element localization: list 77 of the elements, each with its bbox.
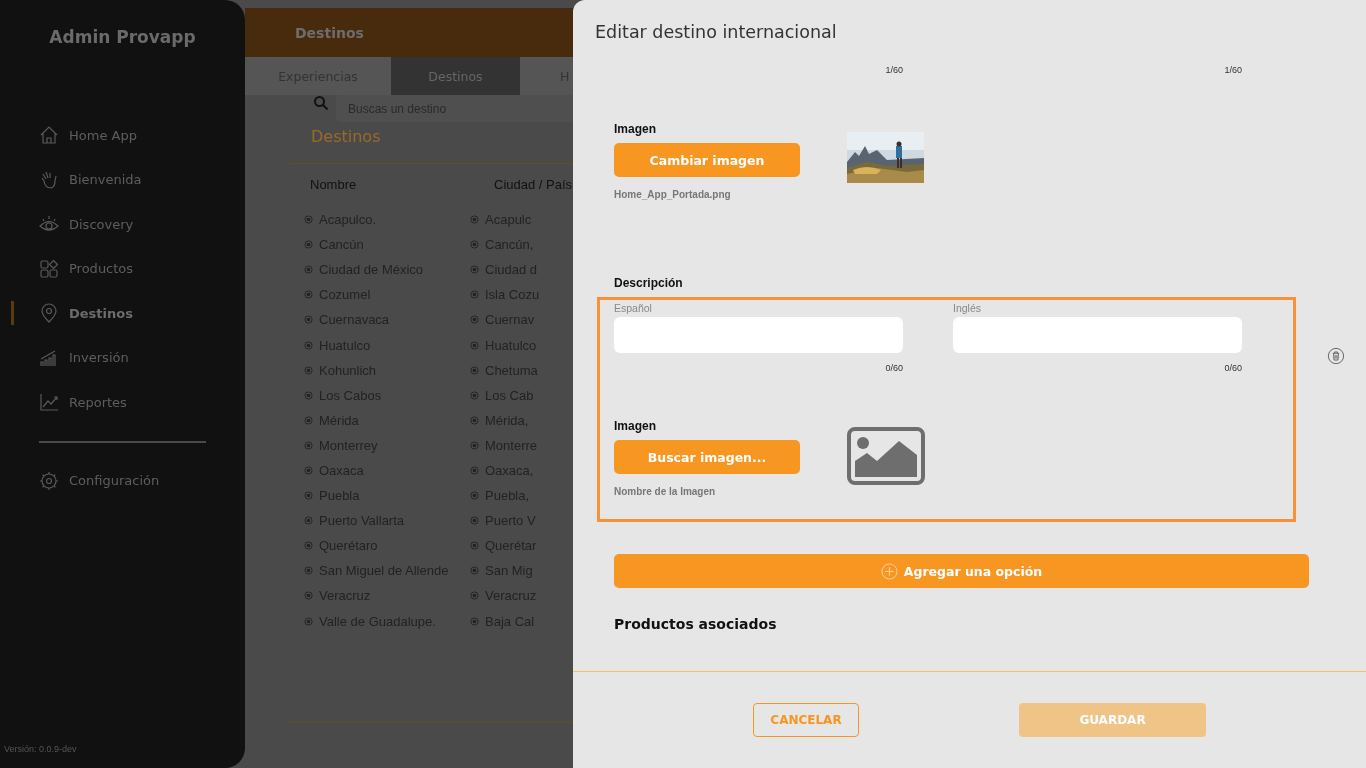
browse-image-button[interactable]: Buscar imagen...	[614, 440, 800, 474]
radio-icon	[470, 315, 479, 325]
cancel-button[interactable]: CANCELAR	[753, 703, 859, 737]
radio-icon	[304, 240, 313, 250]
sidebar-item[interactable]: Destinos	[0, 291, 133, 336]
field-label: Imagen	[614, 122, 656, 136]
line-chart-icon	[39, 392, 59, 413]
radio-icon	[304, 215, 313, 225]
radio-icon	[470, 541, 479, 551]
radio-icon	[470, 290, 479, 300]
add-option-button[interactable]: Agregar una opción	[614, 554, 1309, 588]
column-header: Ciudad / País	[494, 177, 573, 193]
drawer-title: Editar destino internacional	[595, 22, 837, 44]
version-text: Versión: 0.0.9-dev	[4, 744, 77, 754]
sidebar-item[interactable]: Reportes	[0, 380, 127, 425]
radio-icon	[304, 415, 313, 425]
radio-icon	[304, 315, 313, 325]
sidebar-item[interactable]: Discovery	[0, 202, 134, 247]
radio-icon	[304, 365, 313, 375]
app-title: Admin Provapp	[49, 27, 196, 47]
sidebar-item[interactable]: Configuración	[0, 458, 160, 503]
radio-icon	[304, 566, 313, 576]
search-icon	[313, 95, 329, 111]
radio-icon	[304, 290, 313, 300]
character-counter: 1/60	[884, 64, 903, 76]
location-pin-icon	[39, 303, 59, 324]
hand-icon	[39, 169, 59, 190]
column-header: Nombre	[309, 177, 358, 193]
gear-icon	[39, 470, 59, 491]
sidebar-item[interactable]: Productos	[0, 246, 134, 291]
radio-icon	[470, 591, 479, 601]
house-icon	[39, 125, 59, 146]
radio-icon	[470, 466, 479, 475]
trash-icon[interactable]	[1327, 347, 1345, 365]
radio-icon	[470, 265, 479, 275]
radio-icon	[470, 415, 479, 425]
radio-icon	[304, 466, 313, 475]
file-name: Home_App_Portada.png	[614, 189, 731, 200]
image-placeholder-icon	[847, 427, 925, 485]
character-counter: 0/60	[885, 363, 903, 373]
input-field[interactable]	[614, 317, 903, 353]
section-title: Productos asociados	[614, 616, 777, 632]
radio-icon	[304, 440, 313, 450]
field-label: Inglés	[953, 302, 982, 314]
radio-icon	[304, 390, 313, 400]
grid-icon	[39, 258, 59, 279]
sidebar-item[interactable]: Bienvenida	[0, 157, 142, 202]
field-label: Descripción	[614, 276, 684, 290]
radio-icon	[470, 215, 479, 225]
character-counter: 0/60	[1224, 363, 1242, 373]
radio-icon	[470, 516, 479, 526]
field-label: Imagen	[614, 419, 656, 433]
radio-icon	[470, 390, 479, 400]
input-field[interactable]	[953, 317, 1242, 353]
radio-icon	[470, 440, 479, 450]
radio-icon	[470, 340, 479, 350]
radio-icon	[470, 240, 479, 250]
radio-icon	[304, 491, 313, 501]
radio-icon	[304, 340, 313, 350]
section-title: Destinos	[311, 127, 381, 146]
radio-icon	[470, 491, 479, 501]
radio-icon	[304, 616, 313, 626]
radio-icon	[470, 616, 479, 626]
radio-icon	[304, 541, 313, 551]
radio-icon	[304, 591, 313, 601]
plus-circle-icon	[880, 562, 898, 580]
radio-icon	[470, 566, 479, 576]
radio-icon	[470, 365, 479, 375]
character-counter: 1/60	[1223, 64, 1242, 76]
sidebar-item[interactable]: Inversión	[0, 335, 129, 380]
radio-icon	[304, 516, 313, 526]
radio-icon	[304, 265, 313, 275]
change-image-button[interactable]: Cambiar imagen	[614, 143, 800, 177]
sidebar-item[interactable]: Home App	[0, 113, 137, 158]
page-title: Destinos	[295, 24, 364, 41]
field-label: Español	[614, 302, 652, 314]
file-name: Nombre de la Imagen	[614, 486, 716, 497]
